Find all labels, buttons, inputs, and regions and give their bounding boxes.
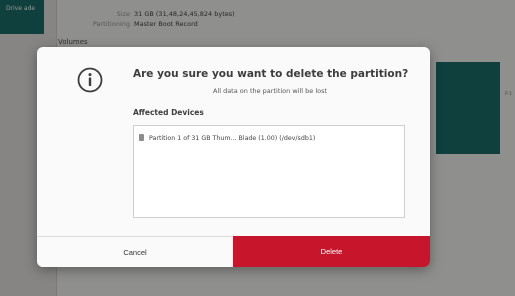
- dialog-title: Are you sure you want to delete the part…: [133, 68, 409, 80]
- cancel-button[interactable]: Cancel: [37, 236, 233, 267]
- delete-button[interactable]: Delete: [233, 236, 430, 267]
- info-icon: [77, 67, 103, 93]
- affected-devices-label: Affected Devices: [133, 108, 204, 117]
- device-label: Partition 1 of 31 GB Thum... Blade (1.00…: [149, 135, 316, 142]
- affected-devices-list[interactable]: Partition 1 of 31 GB Thum... Blade (1.00…: [133, 125, 405, 218]
- drive-icon: [139, 134, 144, 141]
- list-item[interactable]: Partition 1 of 31 GB Thum... Blade (1.00…: [139, 134, 315, 142]
- delete-partition-dialog: Are you sure you want to delete the part…: [37, 47, 430, 267]
- dialog-subtitle: All data on the partition will be lost: [212, 87, 328, 95]
